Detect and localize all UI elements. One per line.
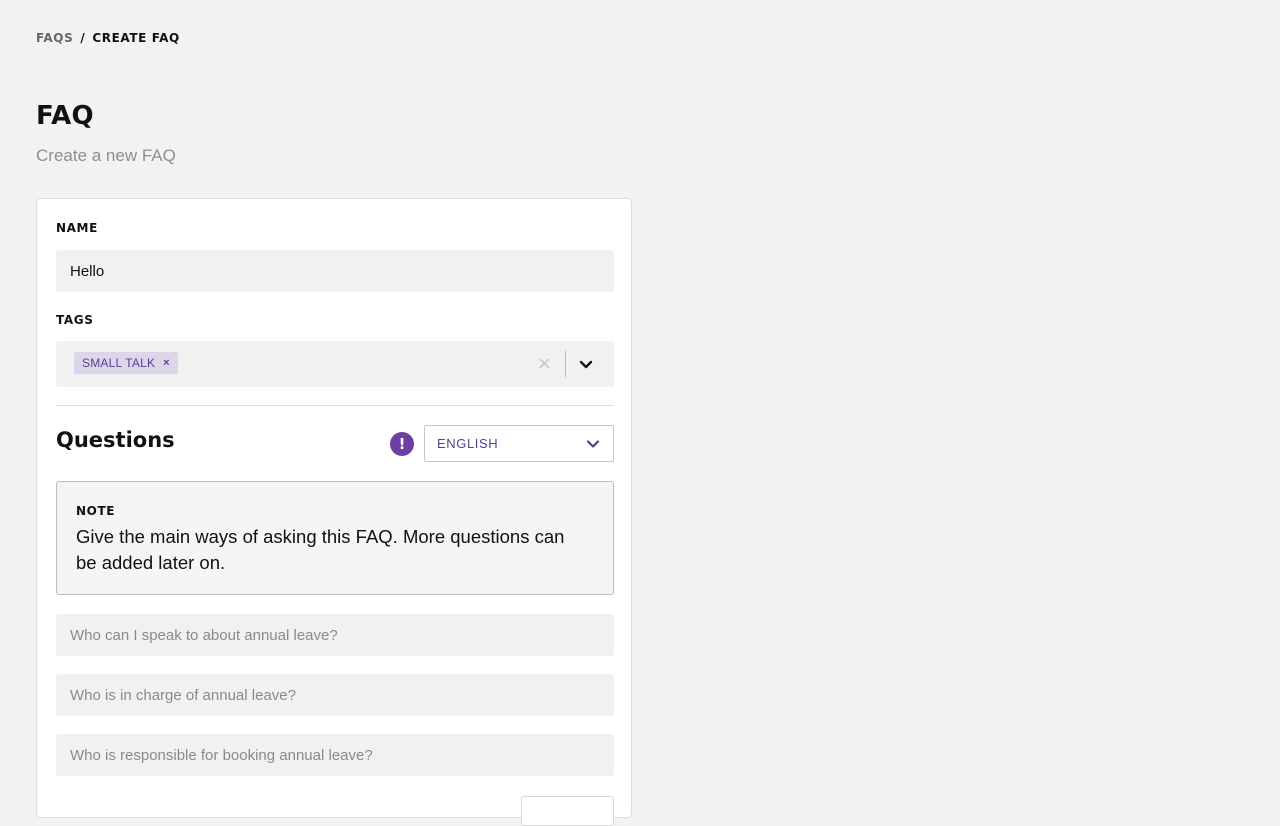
breadcrumb-current: CREATE FAQ [92, 31, 180, 45]
tag-remove-icon[interactable]: × [163, 357, 170, 369]
breadcrumb-separator: / [80, 31, 86, 45]
tag-chip-small-talk: SMALL TALK × [74, 352, 178, 374]
name-input[interactable] [56, 250, 614, 292]
questions-heading: Questions [56, 428, 175, 452]
name-label: NAME [56, 221, 98, 235]
chevron-down-icon[interactable] [576, 354, 596, 374]
question-input-2[interactable] [56, 674, 614, 716]
alert-icon[interactable]: ! [390, 432, 414, 456]
page-subtitle: Create a new FAQ [36, 146, 176, 165]
tag-chip-label: SMALL TALK [82, 356, 156, 370]
tags-divider [565, 351, 566, 377]
add-question-button[interactable] [521, 796, 614, 826]
breadcrumb: FAQS / CREATE FAQ [36, 31, 180, 45]
question-input-1[interactable] [56, 614, 614, 656]
language-value: ENGLISH [437, 436, 499, 451]
note-label: NOTE [76, 504, 116, 518]
language-select[interactable]: ENGLISH [424, 425, 614, 462]
chevron-down-icon [585, 436, 601, 452]
note-box: NOTE Give the main ways of asking this F… [56, 481, 614, 595]
breadcrumb-link-faqs[interactable]: FAQS [36, 31, 73, 45]
page-title: FAQ [36, 101, 94, 131]
tags-label: TAGS [56, 313, 94, 327]
faq-form-card: NAME TAGS SMALL TALK × × Questions ! ENG… [36, 198, 632, 826]
clear-tags-icon[interactable]: × [537, 352, 552, 376]
note-text: Give the main ways of asking this FAQ. M… [76, 526, 565, 573]
question-input-3[interactable] [56, 734, 614, 776]
section-divider [56, 405, 614, 406]
tags-select[interactable]: SMALL TALK × × [56, 341, 614, 387]
